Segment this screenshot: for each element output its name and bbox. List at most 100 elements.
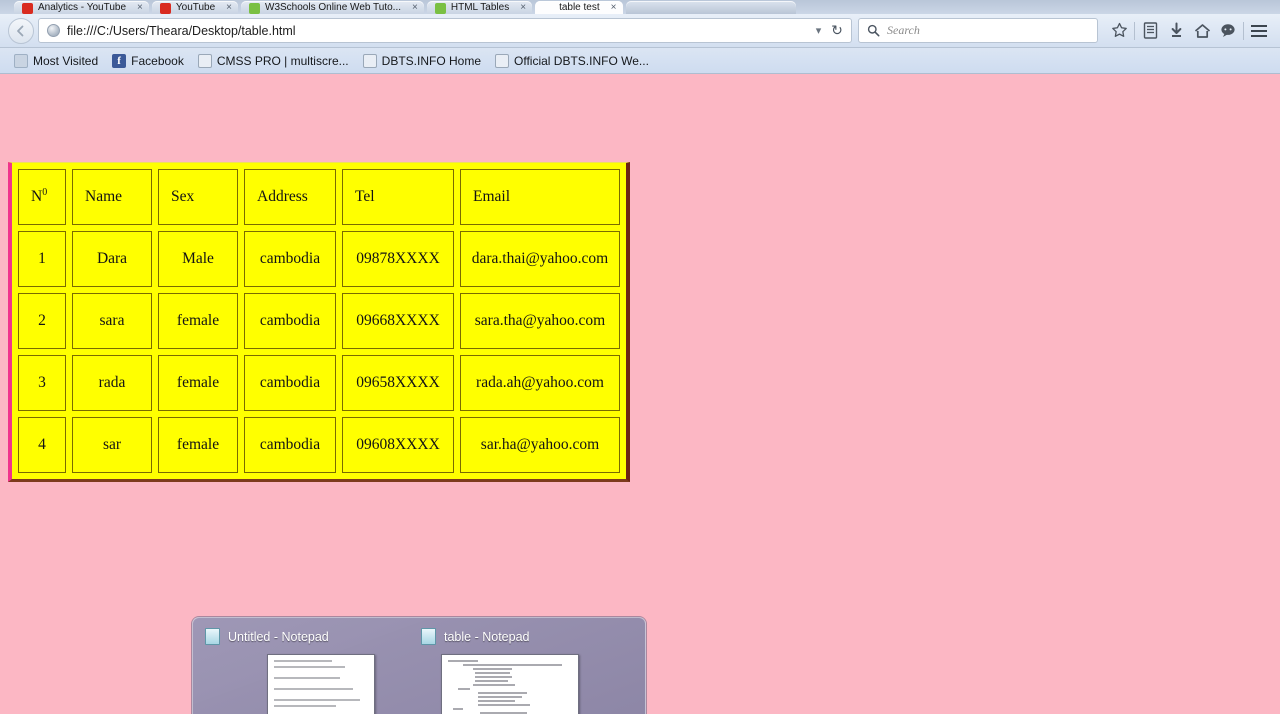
cell-tel: 09668XXXX	[342, 293, 454, 349]
chat-icon[interactable]	[1215, 18, 1241, 44]
thumbnail-window-preview	[267, 654, 375, 714]
search-icon	[867, 24, 880, 37]
tab-close-icon[interactable]: ×	[611, 2, 617, 13]
table-row: 3 rada female cambodia 09658XXXX rada.ah…	[18, 355, 620, 411]
browser-tab[interactable]: YouTube ×	[151, 1, 239, 14]
bookmark-cmss-pro[interactable]: CMSS PRO | multiscre...	[192, 52, 355, 70]
browser-tab[interactable]: Analytics - YouTube ×	[14, 1, 149, 14]
notepad-icon	[421, 628, 436, 645]
youtube-icon	[22, 3, 33, 14]
tab-title: Analytics - YouTube	[38, 2, 127, 13]
cell-tel: 09658XXXX	[342, 355, 454, 411]
cell-address: cambodia	[244, 293, 336, 349]
cell-email: sar.ha@yahoo.com	[460, 417, 620, 473]
chevron-down-icon[interactable]: ▾	[810, 20, 827, 42]
cell-name: sara	[72, 293, 152, 349]
search-placeholder: Search	[887, 23, 920, 37]
home-icon[interactable]	[1189, 18, 1215, 44]
downloads-icon[interactable]	[1163, 18, 1189, 44]
browser-tab[interactable]: W3Schools Online Web Tuto... ×	[241, 1, 424, 14]
cell-address: cambodia	[244, 417, 336, 473]
facebook-icon: f	[112, 53, 127, 68]
tab-close-icon[interactable]: ×	[412, 2, 418, 13]
table-row: 4 sar female cambodia 09608XXXX sar.ha@y…	[18, 417, 620, 473]
page-viewport: N0 Name Sex Address Tel Email 1 Dara Mal…	[0, 74, 1280, 714]
tab-title: table test	[559, 2, 600, 13]
people-icon	[197, 53, 212, 68]
browser-tab-active[interactable]: table test ×	[535, 1, 623, 14]
notepad-icon	[205, 628, 220, 645]
tab-title: W3Schools Online Web Tuto...	[265, 2, 402, 13]
cell-email: rada.ah@yahoo.com	[460, 355, 620, 411]
bookmark-label: Most Visited	[33, 53, 99, 68]
column-header-no-label: N	[31, 188, 43, 206]
navigation-toolbar: file:///C:/Users/Theara/Desktop/table.ht…	[0, 14, 1280, 48]
bookmark-label: CMSS PRO | multiscre...	[216, 53, 349, 68]
cell-sex: female	[158, 417, 238, 473]
w3schools-icon	[249, 3, 261, 14]
bookmark-star-icon[interactable]	[1106, 18, 1132, 44]
cell-name: sar	[72, 417, 152, 473]
bookmark-label: Facebook	[131, 53, 184, 68]
menu-hamburger-icon[interactable]	[1246, 18, 1272, 44]
page-icon	[543, 3, 554, 14]
column-header-no: N0	[18, 169, 66, 225]
thumbnail-window-preview	[441, 654, 579, 714]
cell-name: rada	[72, 355, 152, 411]
table-header-row: N0 Name Sex Address Tel Email	[18, 169, 620, 225]
column-header-no-superscript: 0	[42, 187, 48, 199]
thumbnail-untitled-notepad[interactable]: Untitled - Notepad	[205, 628, 405, 714]
w3schools-icon	[434, 3, 446, 14]
bookmark-most-visited[interactable]: Most Visited	[8, 52, 104, 70]
browser-chrome: Analytics - YouTube × YouTube × W3School…	[0, 0, 1280, 74]
toolbar-divider	[1243, 21, 1244, 40]
table-row: 2 sara female cambodia 09668XXXX sara.th…	[18, 293, 620, 349]
people-icon	[362, 53, 377, 68]
thumbnail-title: table - Notepad	[444, 629, 530, 644]
tab-close-icon[interactable]: ×	[520, 2, 526, 13]
tab-close-icon[interactable]: ×	[226, 2, 232, 13]
back-arrow-icon	[17, 25, 24, 36]
reload-button[interactable]: ↻	[827, 20, 847, 42]
table-row: 1 Dara Male cambodia 09878XXXX dara.thai…	[18, 231, 620, 287]
column-header-address: Address	[244, 169, 336, 225]
most-visited-icon	[14, 53, 28, 68]
table-body: 1 Dara Male cambodia 09878XXXX dara.thai…	[18, 231, 620, 473]
thumbnail-table-notepad[interactable]: table - Notepad	[421, 628, 621, 714]
column-header-name: Name	[72, 169, 152, 225]
bookmark-facebook[interactable]: f Facebook	[106, 52, 190, 70]
cell-tel: 09608XXXX	[342, 417, 454, 473]
url-text[interactable]: file:///C:/Users/Theara/Desktop/table.ht…	[67, 24, 810, 38]
bookmark-official-dbts-info[interactable]: Official DBTS.INFO We...	[489, 52, 655, 70]
table-header: N0 Name Sex Address Tel Email	[18, 169, 620, 225]
cell-email: dara.thai@yahoo.com	[460, 231, 620, 287]
reader-library-icon[interactable]	[1137, 18, 1163, 44]
cell-email: sara.tha@yahoo.com	[460, 293, 620, 349]
back-button[interactable]	[8, 17, 34, 44]
cell-no: 1	[18, 231, 66, 287]
cell-sex: Male	[158, 231, 238, 287]
bookmark-dbts-info-home[interactable]: DBTS.INFO Home	[357, 52, 487, 70]
tab-close-icon[interactable]: ×	[137, 2, 143, 13]
cell-no: 3	[18, 355, 66, 411]
new-tab-button[interactable]	[625, 1, 796, 14]
browser-tab[interactable]: HTML Tables ×	[426, 1, 533, 14]
people-icon	[495, 53, 510, 68]
bookmarks-bar: Most Visited f Facebook CMSS PRO | multi…	[0, 48, 1280, 74]
cell-no: 4	[18, 417, 66, 473]
cell-sex: female	[158, 293, 238, 349]
thumbnail-title: Untitled - Notepad	[228, 629, 329, 644]
globe-icon	[47, 24, 60, 37]
youtube-icon	[159, 3, 171, 14]
column-header-sex: Sex	[158, 169, 238, 225]
thumbnail-header: table - Notepad	[421, 628, 621, 645]
bookmark-label: DBTS.INFO Home	[381, 53, 482, 68]
taskbar-thumbnail-preview: Untitled - Notepad table - Notepad	[192, 617, 646, 714]
search-input[interactable]: Search	[858, 18, 1098, 43]
url-bar[interactable]: file:///C:/Users/Theara/Desktop/table.ht…	[38, 18, 852, 43]
contacts-table: N0 Name Sex Address Tel Email 1 Dara Mal…	[8, 162, 630, 482]
tab-strip: Analytics - YouTube × YouTube × W3School…	[0, 0, 1280, 14]
tab-title: HTML Tables	[450, 2, 510, 13]
cell-address: cambodia	[244, 355, 336, 411]
cell-tel: 09878XXXX	[342, 231, 454, 287]
